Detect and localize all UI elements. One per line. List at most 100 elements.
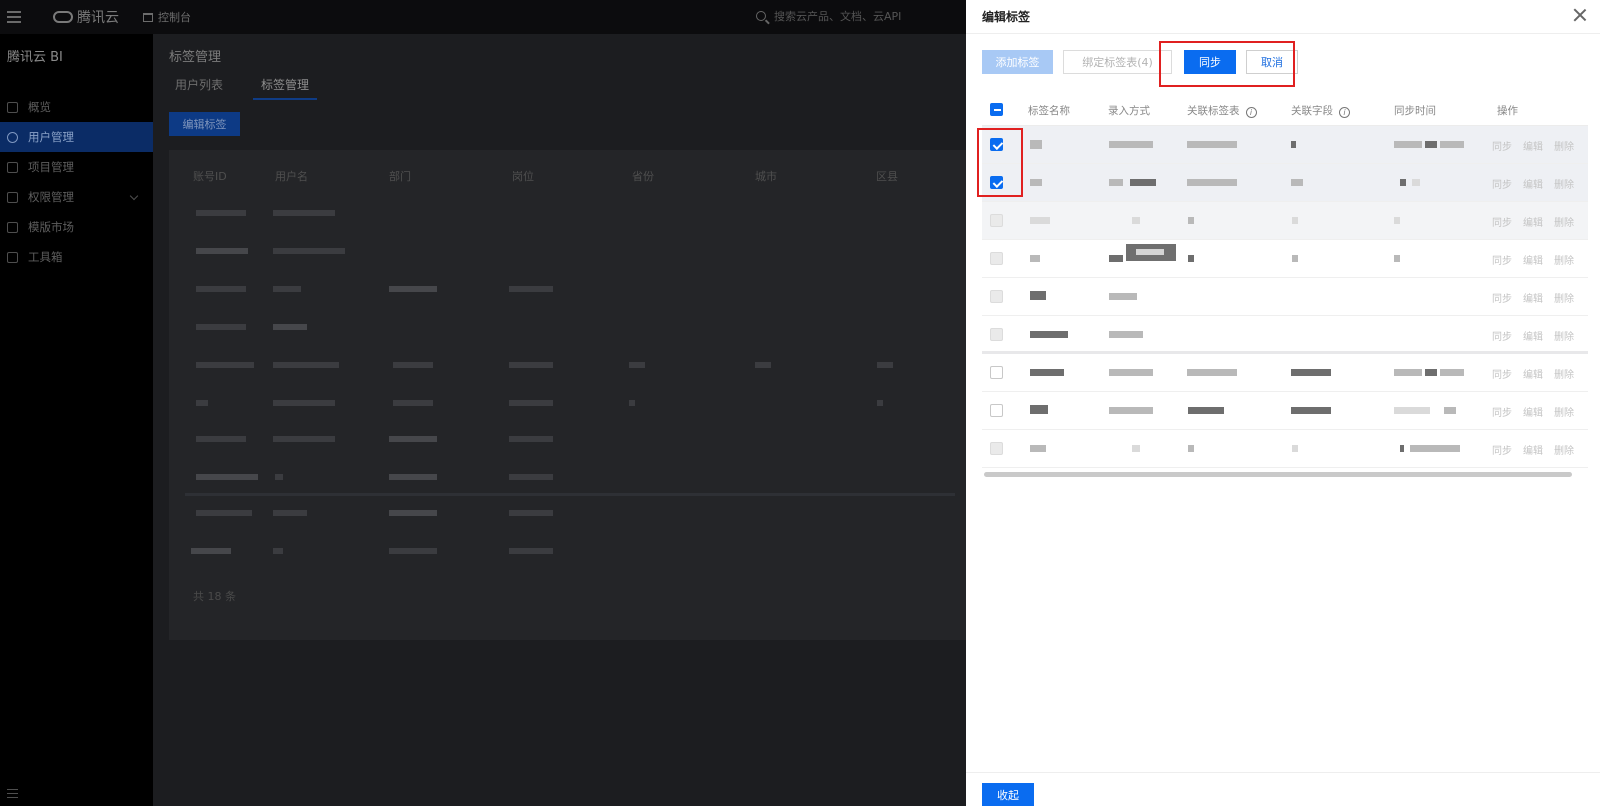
delete-link[interactable]: 删除 (1554, 142, 1574, 153)
sync-link[interactable]: 同步 (1492, 446, 1512, 457)
edit-tags-button[interactable]: 编辑标签 (169, 112, 240, 136)
tab-tag-management[interactable]: 标签管理 (253, 76, 318, 100)
delete-link[interactable]: 删除 (1554, 408, 1574, 419)
row-checkbox[interactable] (990, 366, 1003, 379)
row-checkbox[interactable] (990, 290, 1003, 303)
user-icon (7, 131, 18, 143)
sync-link[interactable]: 同步 (1492, 142, 1512, 153)
sidebar-nav: 概览 用户管理 项目管理 权限管理 模版市场 工具箱 (0, 92, 153, 272)
column-header: 用户名 (275, 170, 308, 183)
table-row[interactable] (169, 458, 969, 496)
sync-link[interactable]: 同步 (1492, 180, 1512, 191)
edit-link[interactable]: 编辑 (1523, 218, 1543, 229)
table-row[interactable]: 同步 编辑 删除 (982, 278, 1588, 316)
sync-link[interactable]: 同步 (1492, 332, 1512, 343)
sidebar-item-overview[interactable]: 概览 (0, 92, 153, 122)
console-link[interactable]: 控制台 (143, 9, 191, 25)
sidebar-item-permission-management[interactable]: 权限管理 (0, 182, 153, 212)
table-row[interactable] (169, 270, 969, 308)
logo[interactable]: 腾讯云 (53, 7, 119, 27)
sidebar-item-label: 权限管理 (28, 190, 74, 204)
info-icon[interactable]: i (1339, 107, 1350, 118)
delete-link[interactable]: 删除 (1554, 218, 1574, 229)
table-row[interactable] (169, 532, 969, 570)
console-label: 控制台 (158, 11, 191, 24)
sync-link[interactable]: 同步 (1492, 218, 1512, 229)
delete-link[interactable]: 删除 (1554, 446, 1574, 457)
table-row[interactable] (169, 194, 969, 232)
sync-link[interactable]: 同步 (1492, 370, 1512, 381)
table-row[interactable]: 同步 编辑 删除 (982, 392, 1588, 430)
edit-link[interactable]: 编辑 (1523, 408, 1543, 419)
table-row[interactable]: 同步 编辑 删除 (982, 354, 1588, 392)
row-actions: 同步 编辑 删除 (1492, 176, 1585, 191)
sidebar-item-user-management[interactable]: 用户管理 (0, 122, 153, 152)
tab-user-list[interactable]: 用户列表 (167, 76, 231, 100)
row-checkbox[interactable] (990, 214, 1003, 227)
edit-link[interactable]: 编辑 (1523, 142, 1543, 153)
table-row[interactable]: 同步 编辑 删除 (982, 240, 1588, 278)
row-checkbox[interactable] (990, 252, 1003, 265)
search-placeholder: 搜索云产品、文档、云API (774, 10, 902, 23)
table-row[interactable] (169, 346, 969, 384)
bind-tag-table-button[interactable]: 绑定标签表(4) (1063, 50, 1172, 74)
table-row[interactable]: 同步 编辑 删除 (982, 430, 1588, 468)
info-icon[interactable]: i (1245, 107, 1257, 118)
add-tag-button[interactable]: 添加标签 (982, 50, 1053, 74)
table-row[interactable] (169, 232, 969, 270)
table-row[interactable]: 同步 编辑 删除 (982, 202, 1588, 240)
row-checkbox[interactable] (990, 328, 1003, 341)
search-box[interactable]: 搜索云产品、文档、云API (756, 8, 901, 24)
total-count: 共 18 条 (193, 590, 236, 603)
sidebar: 腾讯云 BI 概览 用户管理 项目管理 权限管理 模版市场 工具箱 (0, 34, 153, 806)
user-table-card: 账号ID 用户名 部门 岗位 省份 城市 区县 共 18 条 (169, 150, 969, 640)
edit-link[interactable]: 编辑 (1523, 370, 1543, 381)
table-row[interactable] (169, 420, 969, 458)
delete-link[interactable]: 删除 (1554, 256, 1574, 267)
row-actions: 同步 编辑 删除 (1492, 404, 1585, 419)
row-actions: 同步 编辑 删除 (1492, 252, 1585, 267)
column-header: 部门 (389, 170, 411, 183)
table-row[interactable] (169, 308, 969, 346)
key-icon (7, 191, 18, 203)
table-row[interactable]: 同步 编辑 删除 (982, 316, 1588, 354)
row-checkbox[interactable] (990, 404, 1003, 417)
delete-link[interactable]: 删除 (1554, 332, 1574, 343)
template-icon (7, 221, 18, 233)
edit-link[interactable]: 编辑 (1523, 446, 1543, 457)
collapse-sidebar-icon[interactable] (7, 789, 18, 798)
sidebar-item-label: 工具箱 (28, 250, 63, 264)
select-all-checkbox[interactable] (990, 103, 1003, 116)
column-header: 区县 (876, 170, 898, 183)
table-row[interactable] (169, 494, 969, 532)
delete-link[interactable]: 删除 (1554, 370, 1574, 381)
close-icon[interactable] (1572, 7, 1588, 23)
grid-icon (7, 101, 18, 113)
delete-link[interactable]: 删除 (1554, 180, 1574, 191)
menu-icon[interactable] (7, 11, 21, 23)
table-row[interactable]: 同步 编辑 删除 (982, 164, 1588, 202)
tooltip (1126, 244, 1176, 261)
sync-link[interactable]: 同步 (1492, 256, 1512, 267)
sync-link[interactable]: 同步 (1492, 294, 1512, 305)
sync-link[interactable]: 同步 (1492, 408, 1512, 419)
delete-link[interactable]: 删除 (1554, 294, 1574, 305)
row-actions: 同步 编辑 删除 (1492, 328, 1585, 343)
edit-tags-drawer: 编辑标签 添加标签 绑定标签表(4) 同步 取消 标签名称 录入方式 关联标签表… (966, 0, 1600, 806)
row-checkbox[interactable] (990, 442, 1003, 455)
sidebar-item-toolbox[interactable]: 工具箱 (0, 242, 153, 272)
horizontal-scrollbar[interactable] (185, 493, 955, 496)
toolbox-icon (7, 251, 18, 263)
row-actions: 同步 编辑 删除 (1492, 214, 1585, 229)
sidebar-item-template-market[interactable]: 模版市场 (0, 212, 153, 242)
collapse-button[interactable]: 收起 (982, 783, 1034, 806)
edit-link[interactable]: 编辑 (1523, 180, 1543, 191)
table-row[interactable]: 同步 编辑 删除 (982, 126, 1588, 164)
table-row[interactable] (169, 384, 969, 422)
sidebar-item-project-management[interactable]: 项目管理 (0, 152, 153, 182)
row-actions: 同步 编辑 删除 (1492, 366, 1585, 381)
edit-link[interactable]: 编辑 (1523, 294, 1543, 305)
horizontal-scrollbar[interactable] (984, 472, 1572, 477)
edit-link[interactable]: 编辑 (1523, 256, 1543, 267)
edit-link[interactable]: 编辑 (1523, 332, 1543, 343)
